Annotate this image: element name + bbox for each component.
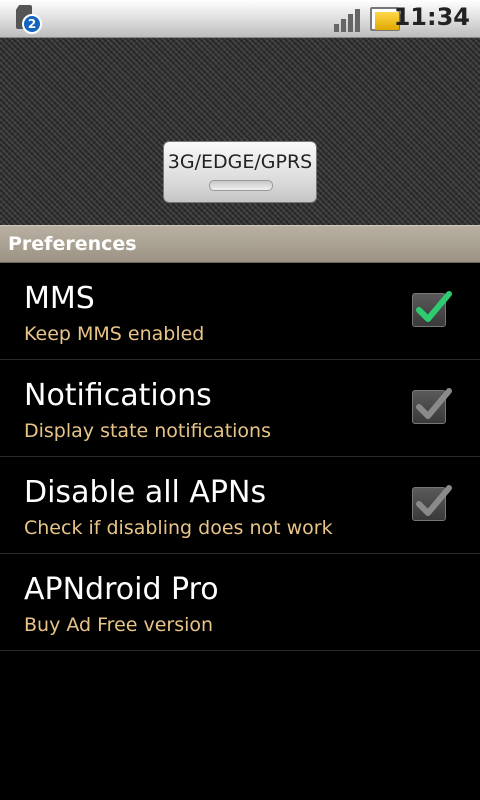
pref-notifications[interactable]: Notifications Display state notification… [0, 360, 480, 457]
pref-summary: Display state notifications [24, 420, 271, 442]
disable-apns-checkbox[interactable] [412, 485, 452, 521]
pref-summary: Check if disabling does not work [24, 517, 333, 539]
pref-title: Disable all APNs [24, 475, 267, 510]
toggle-label: 3G/EDGE/GPRS [167, 151, 313, 173]
pref-summary: Keep MMS enabled [24, 323, 205, 345]
pref-title: Notifications [24, 378, 212, 413]
signal-icon [334, 6, 366, 32]
toggle-panel: 3G/EDGE/GPRS [0, 38, 480, 225]
data-connection-toggle-button[interactable]: 3G/EDGE/GPRS [163, 141, 317, 203]
sim-notification-icon[interactable]: 2 [10, 2, 46, 36]
pref-disable-all-apns[interactable]: Disable all APNs Check if disabling does… [0, 457, 480, 554]
checkmark-icon [416, 291, 452, 322]
pref-summary: Buy Ad Free version [24, 614, 214, 636]
checkmark-icon [416, 485, 452, 516]
category-title: Preferences [8, 233, 137, 255]
pref-apndroid-pro[interactable]: APNdroid Pro Buy Ad Free version [0, 554, 480, 651]
pref-mms[interactable]: MMS Keep MMS enabled [0, 263, 480, 360]
notifications-checkbox[interactable] [412, 388, 452, 424]
notification-count-badge: 2 [22, 14, 42, 34]
pref-title: MMS [24, 281, 95, 316]
preferences-category-header: Preferences [0, 225, 480, 263]
toggle-state-indicator [209, 180, 273, 191]
status-clock: 11:34 [393, 3, 470, 31]
status-bar: 2 11:34 [0, 0, 480, 38]
mms-checkbox[interactable] [412, 291, 452, 327]
checkmark-icon [416, 388, 452, 419]
pref-title: APNdroid Pro [24, 572, 219, 607]
